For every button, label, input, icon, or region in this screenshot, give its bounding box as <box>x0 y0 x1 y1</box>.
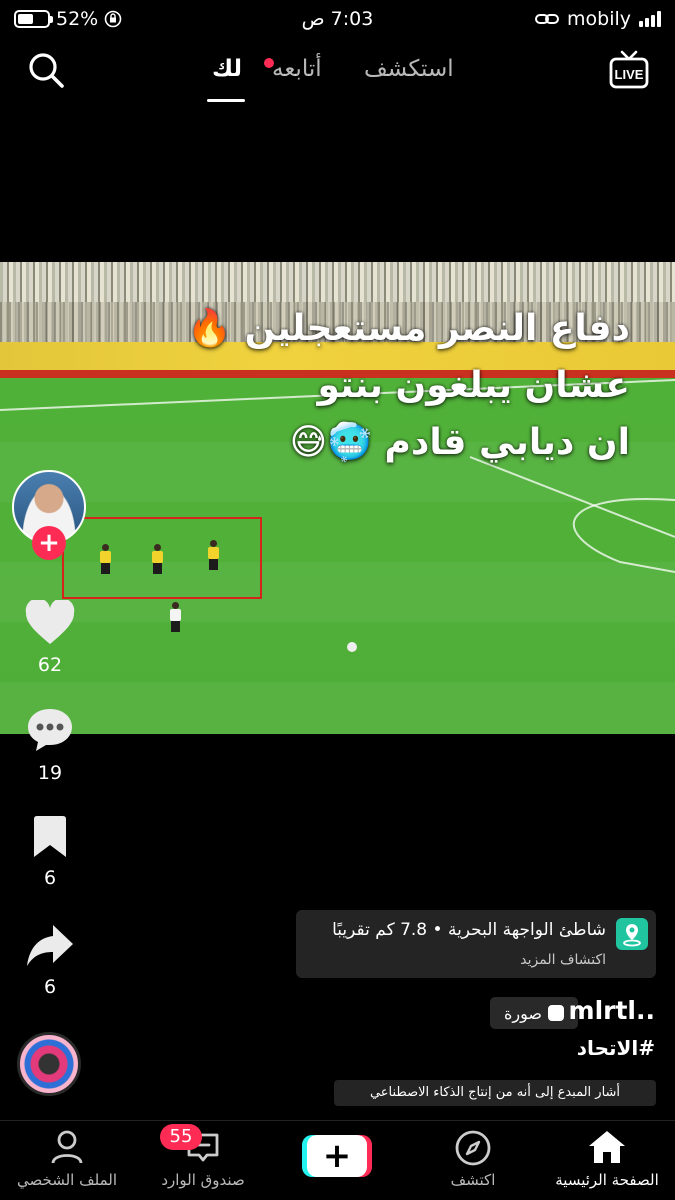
status-right: mobily <box>535 8 661 30</box>
share-icon[interactable] <box>25 922 75 968</box>
video-caption-overlay: دفاع النصر مستعجلين 🔥 عشان يبلغون بنتو ا… <box>100 300 630 471</box>
location-card[interactable]: شاطئ الواجهة البحرية • 7.8 كم تقريبًا اك… <box>296 910 656 978</box>
search-icon[interactable] <box>26 50 66 90</box>
top-nav: استكشف أتابعه لك LIVE <box>0 40 675 106</box>
active-tab-indicator <box>207 99 245 102</box>
bookmark-icon[interactable] <box>30 815 70 859</box>
follow-button[interactable]: + <box>32 526 66 560</box>
highlight-box <box>62 517 262 599</box>
comment-action[interactable]: 19 <box>0 706 100 784</box>
caption-line: دفاع النصر مستعجلين 🔥 <box>187 308 630 349</box>
share-action[interactable]: 6 <box>0 922 100 998</box>
tab-label: اكتشف <box>450 1171 496 1189</box>
video-player[interactable]: دفاع النصر مستعجلين 🔥 عشان يبلغون بنتو ا… <box>0 262 675 734</box>
photo-badge-label: صورة <box>504 1003 542 1023</box>
location-more-link[interactable]: اكتشاف المزيد <box>520 952 606 968</box>
comment-icon[interactable] <box>25 706 75 754</box>
live-icon[interactable]: LIVE <box>608 48 650 92</box>
inbox-unread-badge: 55 <box>160 1124 202 1150</box>
feed-tabs: استكشف أتابعه لك <box>200 56 480 104</box>
signal-icon <box>639 11 661 27</box>
location-name: شاطئ الواجهة البحرية • 7.8 كم تقريبًا <box>332 920 606 940</box>
compass-icon <box>455 1130 491 1166</box>
caption-line: ان ديابي قادم 🥶😅 <box>289 422 630 463</box>
tab-profile[interactable]: الملف الشخصي <box>2 1121 132 1200</box>
photo-badge: صورة <box>490 997 578 1029</box>
tab-discover[interactable]: اكتشف <box>408 1121 538 1200</box>
bookmark-action[interactable]: 6 <box>0 815 100 889</box>
photo-icon <box>547 1005 564 1021</box>
music-disc[interactable] <box>17 1032 81 1096</box>
status-bar: 52% 7:03 ص mobily <box>0 0 675 38</box>
tab-inbox[interactable]: صندوق الوارد <box>138 1121 268 1200</box>
comment-count: 19 <box>37 762 63 784</box>
tab-label: صندوق الوارد <box>161 1171 245 1189</box>
creator-username[interactable]: mlrtl.. <box>569 996 655 1025</box>
heart-icon[interactable] <box>25 598 75 646</box>
football <box>347 642 357 652</box>
tab-home[interactable]: الصفحة الرئيسية <box>542 1121 672 1200</box>
tab-explore[interactable]: استكشف <box>364 56 454 82</box>
like-count: 62 <box>37 654 63 676</box>
home-icon <box>589 1131 625 1163</box>
location-pin-icon <box>616 918 648 950</box>
create-button[interactable]: + <box>302 1135 372 1177</box>
like-action[interactable]: 62 <box>0 598 100 676</box>
share-count: 6 <box>43 976 57 998</box>
caption-line: عشان يبلغون بنتو <box>317 365 630 406</box>
creator-avatar-group: + <box>12 470 86 560</box>
link-icon <box>535 14 559 24</box>
carrier-name: mobily <box>567 8 631 30</box>
bookmark-count: 6 <box>43 867 57 889</box>
hashtag-link[interactable]: #الاتحاد <box>577 1036 655 1060</box>
ai-generated-label: أشار المبدع إلى أنه من إنتاج الذكاء الاص… <box>334 1080 656 1106</box>
live-label: LIVE <box>615 67 644 82</box>
tab-following[interactable]: أتابعه <box>272 56 322 82</box>
tab-for-you[interactable]: لك <box>212 56 242 82</box>
create-icon: + <box>307 1135 367 1177</box>
profile-icon <box>51 1130 83 1164</box>
player <box>168 602 182 632</box>
tab-label: الصفحة الرئيسية <box>555 1171 659 1189</box>
following-notification-dot <box>264 58 274 68</box>
tab-label: الملف الشخصي <box>17 1171 117 1189</box>
